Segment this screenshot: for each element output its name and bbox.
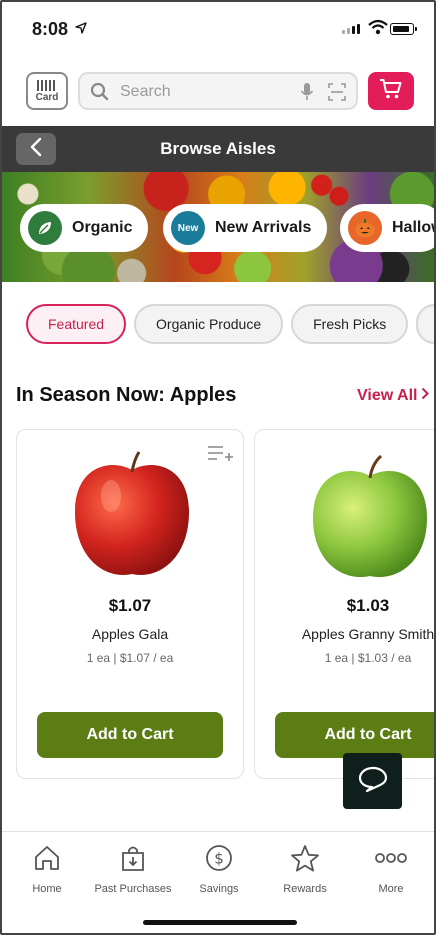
search-icon [90, 82, 110, 107]
dollar-icon: $ [205, 844, 233, 877]
product-image[interactable] [71, 446, 193, 582]
cart-button[interactable] [368, 72, 414, 110]
bottom-nav: Home Past Purchases $ Savings Rewards Mo… [2, 831, 434, 933]
product-card[interactable]: $1.03 Apples Granny Smith 1 ea | $1.03 /… [254, 429, 434, 779]
star-icon [290, 844, 320, 877]
scan-icon[interactable] [328, 83, 346, 106]
loyalty-card-button[interactable]: Card [26, 72, 68, 110]
add-to-cart-button[interactable]: Add to Cart [37, 712, 223, 758]
battery-icon [390, 23, 417, 35]
page-title: Browse Aisles [160, 139, 276, 158]
status-time: 8:08 [32, 19, 69, 39]
section-title: In Season Now: Apples [16, 384, 237, 406]
product-image[interactable] [309, 446, 431, 582]
search-input[interactable] [120, 80, 290, 104]
category-chip-label: New Arrivals [215, 219, 312, 236]
pumpkin-icon [348, 211, 382, 245]
card-label: Card [35, 91, 59, 103]
wifi-icon [368, 19, 388, 40]
category-chip-new-arrivals[interactable]: New New Arrivals [163, 204, 328, 252]
filter-chip-fresh-picks[interactable]: Fresh Picks [291, 304, 409, 344]
home-indicator [143, 920, 297, 925]
category-chip-organic[interactable]: Organic [20, 204, 149, 252]
more-icon [374, 844, 408, 877]
status-bar: 8:08 [2, 2, 434, 60]
nav-item-home[interactable]: Home [2, 844, 92, 895]
home-icon [33, 844, 61, 877]
search-box[interactable] [78, 72, 358, 110]
product-name[interactable]: Apples Gala [17, 626, 243, 642]
filter-chip-organic-produce[interactable]: Organic Produce [134, 304, 284, 344]
product-name[interactable]: Apples Granny Smith [255, 626, 434, 642]
category-chip-label: Organic [72, 219, 133, 236]
nav-label: Home [32, 883, 62, 895]
product-price: $1.03 [346, 596, 390, 615]
leaf-icon [28, 211, 62, 245]
view-all-label: View All [357, 387, 418, 404]
filter-chip-featured[interactable]: Featured [26, 304, 127, 344]
view-all-link[interactable]: View All [357, 387, 430, 405]
product-price: $1.07 [108, 596, 152, 615]
nav-label: Past Purchases [94, 883, 172, 895]
product-unit-price: 1 ea | $1.03 / ea [324, 651, 412, 665]
product-unit-price: 1 ea | $1.07 / ea [86, 651, 174, 665]
produce-banner: Organic New New Arrivals Hallow [2, 172, 434, 282]
category-chip-label: Hallow [392, 219, 434, 236]
location-arrow-icon [75, 22, 87, 37]
nav-label: More [378, 883, 404, 895]
mic-icon[interactable] [300, 82, 314, 107]
svg-text:$: $ [214, 850, 224, 868]
product-card[interactable]: $1.07 Apples Gala 1 ea | $1.07 / ea Add … [16, 429, 244, 779]
app-screen: 8:08 Card Search Browse Aisles Organic N… [0, 0, 436, 935]
add-to-list-icon[interactable] [207, 444, 233, 467]
nav-label: Rewards [283, 883, 327, 895]
cart-icon [379, 78, 403, 105]
chat-bubble-icon [358, 765, 388, 798]
new-badge-icon: New [171, 211, 205, 245]
page-header: Browse Aisles [2, 126, 434, 172]
add-to-cart-button[interactable]: Add to Cart [275, 712, 434, 758]
shopping-bag-icon [119, 844, 147, 877]
signal-icon [342, 24, 360, 34]
nav-item-rewards[interactable]: Rewards [260, 844, 350, 895]
nav-item-more[interactable]: More [346, 844, 434, 895]
chevron-right-icon [421, 387, 430, 405]
barcode-icon [37, 79, 57, 91]
category-chip-halloween[interactable]: Hallow [340, 204, 434, 252]
search-header: Card [2, 72, 434, 112]
nav-item-savings[interactable]: $ Savings [174, 844, 264, 895]
nav-item-past-purchases[interactable]: Past Purchases [88, 844, 178, 895]
filter-chip-more[interactable]: Fr [416, 304, 434, 344]
nav-label: Savings [199, 883, 239, 895]
filter-chips: Featured Organic Produce Fresh Picks Fr [26, 304, 434, 344]
chat-button[interactable] [343, 753, 402, 809]
